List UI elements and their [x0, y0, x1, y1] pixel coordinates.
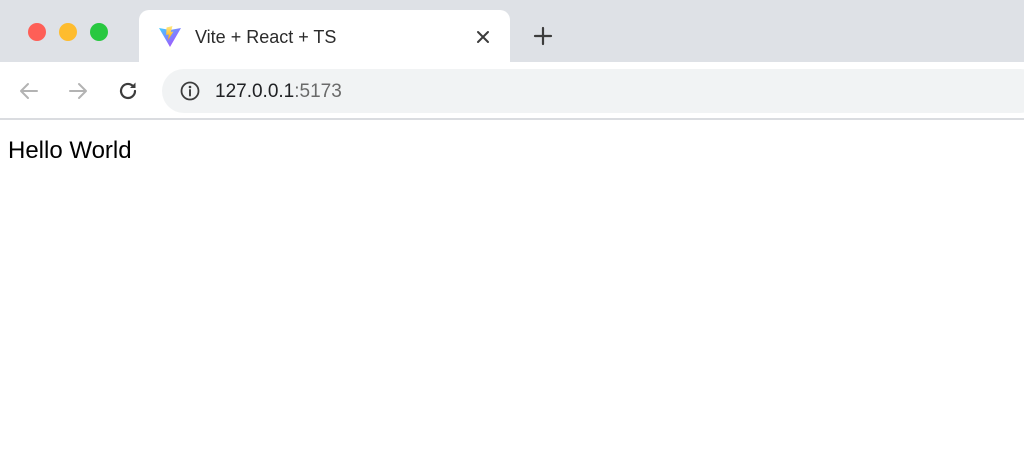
- tab-title: Vite + React + TS: [195, 27, 337, 47]
- address-bar[interactable]: 127.0.0.1:5173: [162, 69, 1024, 113]
- browser-toolbar: 127.0.0.1:5173: [0, 62, 1024, 119]
- toolbar-divider: [0, 118, 1024, 120]
- url-port: :5173: [294, 81, 342, 102]
- address-url[interactable]: 127.0.0.1:5173: [215, 81, 342, 103]
- window-close-button[interactable]: [28, 23, 46, 41]
- vite-logo-icon: [159, 26, 181, 47]
- plus-icon[interactable]: [531, 24, 555, 48]
- url-host: 127.0.0.1: [215, 81, 295, 102]
- arrow-right-icon[interactable]: [66, 79, 90, 103]
- window-maximize-button[interactable]: [90, 23, 108, 41]
- tab-strip: Vite + React + TS: [0, 0, 1024, 62]
- tab-vite-react-ts[interactable]: Vite + React + TS: [139, 10, 510, 62]
- arrow-left-icon[interactable]: [17, 79, 41, 103]
- close-icon[interactable]: [472, 26, 494, 48]
- reload-icon[interactable]: [116, 79, 140, 103]
- info-icon[interactable]: [179, 80, 201, 102]
- window-minimize-button[interactable]: [59, 23, 77, 41]
- page-content-text: Hello World: [8, 137, 132, 164]
